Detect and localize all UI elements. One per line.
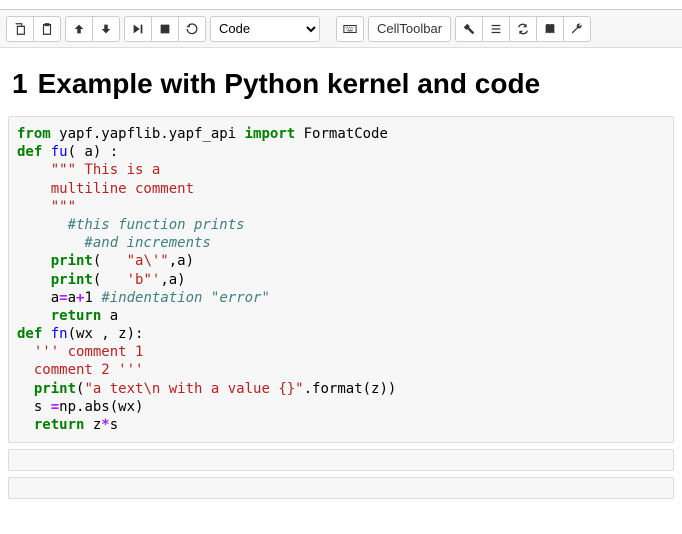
- paste-icon: [40, 22, 54, 36]
- stop-icon: [158, 22, 172, 36]
- sync-button[interactable]: [509, 16, 537, 42]
- interrupt-button[interactable]: [151, 16, 179, 42]
- hammer-icon: [462, 22, 476, 36]
- restart-button[interactable]: [178, 16, 206, 42]
- refresh-icon: [185, 22, 199, 36]
- heading-text: Example with Python kernel and code: [38, 68, 541, 99]
- page-title: 1 Example with Python kernel and code: [12, 68, 674, 100]
- copy-icon: [13, 22, 27, 36]
- keyboard-icon: [343, 22, 357, 36]
- command-palette-button[interactable]: [336, 16, 364, 42]
- wrench-icon: [570, 22, 584, 36]
- empty-cell-2[interactable]: [8, 477, 674, 499]
- notebook-area: 1 Example with Python kernel and code fro…: [0, 48, 682, 525]
- heading-number: 1: [12, 68, 28, 99]
- wrench-button[interactable]: [563, 16, 591, 42]
- sync-icon: [516, 22, 530, 36]
- arrow-down-icon: [99, 22, 113, 36]
- move-group: [65, 16, 120, 42]
- empty-cell-1[interactable]: [8, 449, 674, 471]
- run-button[interactable]: [124, 16, 152, 42]
- run-group: [124, 16, 206, 42]
- move-down-button[interactable]: [92, 16, 120, 42]
- step-forward-icon: [131, 22, 145, 36]
- clipboard-group: [6, 16, 61, 42]
- format-group: [455, 16, 591, 42]
- toolbar: Code CellToolbar: [0, 10, 682, 48]
- arrow-up-icon: [72, 22, 86, 36]
- celltoolbar-button[interactable]: CellToolbar: [368, 16, 451, 42]
- list-button[interactable]: [482, 16, 510, 42]
- book-icon: [543, 22, 557, 36]
- hammer-button[interactable]: [455, 16, 483, 42]
- code-cell[interactable]: from yapf.yapflib.yapf_api import Format…: [8, 116, 674, 443]
- paste-button[interactable]: [33, 16, 61, 42]
- celltype-select[interactable]: Code: [210, 16, 320, 42]
- top-separator: [0, 0, 682, 10]
- copy-button[interactable]: [6, 16, 34, 42]
- list-icon: [489, 22, 503, 36]
- book-button[interactable]: [536, 16, 564, 42]
- move-up-button[interactable]: [65, 16, 93, 42]
